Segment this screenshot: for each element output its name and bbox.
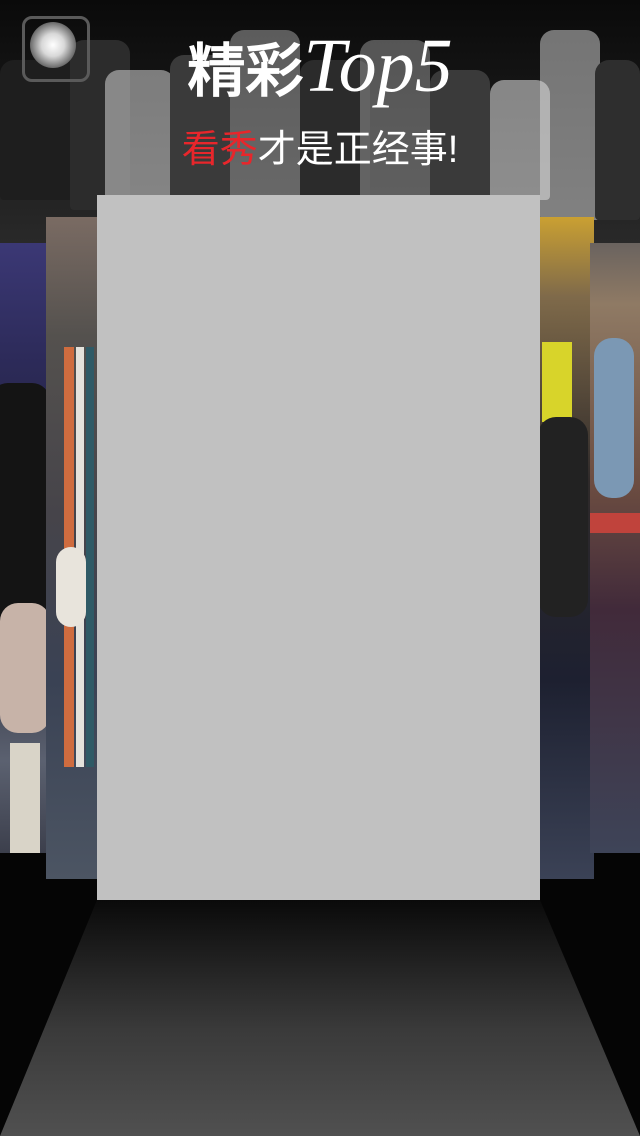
title-chinese: 精彩 xyxy=(187,37,304,105)
page-subtitle: 看秀才是正经事! xyxy=(0,128,640,172)
subtitle-highlight: 看秀 xyxy=(181,129,258,171)
title-english: Top5 xyxy=(303,24,453,108)
runway-floor xyxy=(0,900,640,1136)
subtitle-rest: 才是正经事! xyxy=(257,129,459,171)
carousel-card-right-mid[interactable] xyxy=(532,217,594,879)
page-title: 精彩Top5 xyxy=(0,28,640,104)
screen: 精彩Top5 看秀才是正经事! xyxy=(0,0,640,1136)
carousel-card-main[interactable] xyxy=(97,195,540,901)
carousel-card-right-back[interactable] xyxy=(590,243,640,853)
